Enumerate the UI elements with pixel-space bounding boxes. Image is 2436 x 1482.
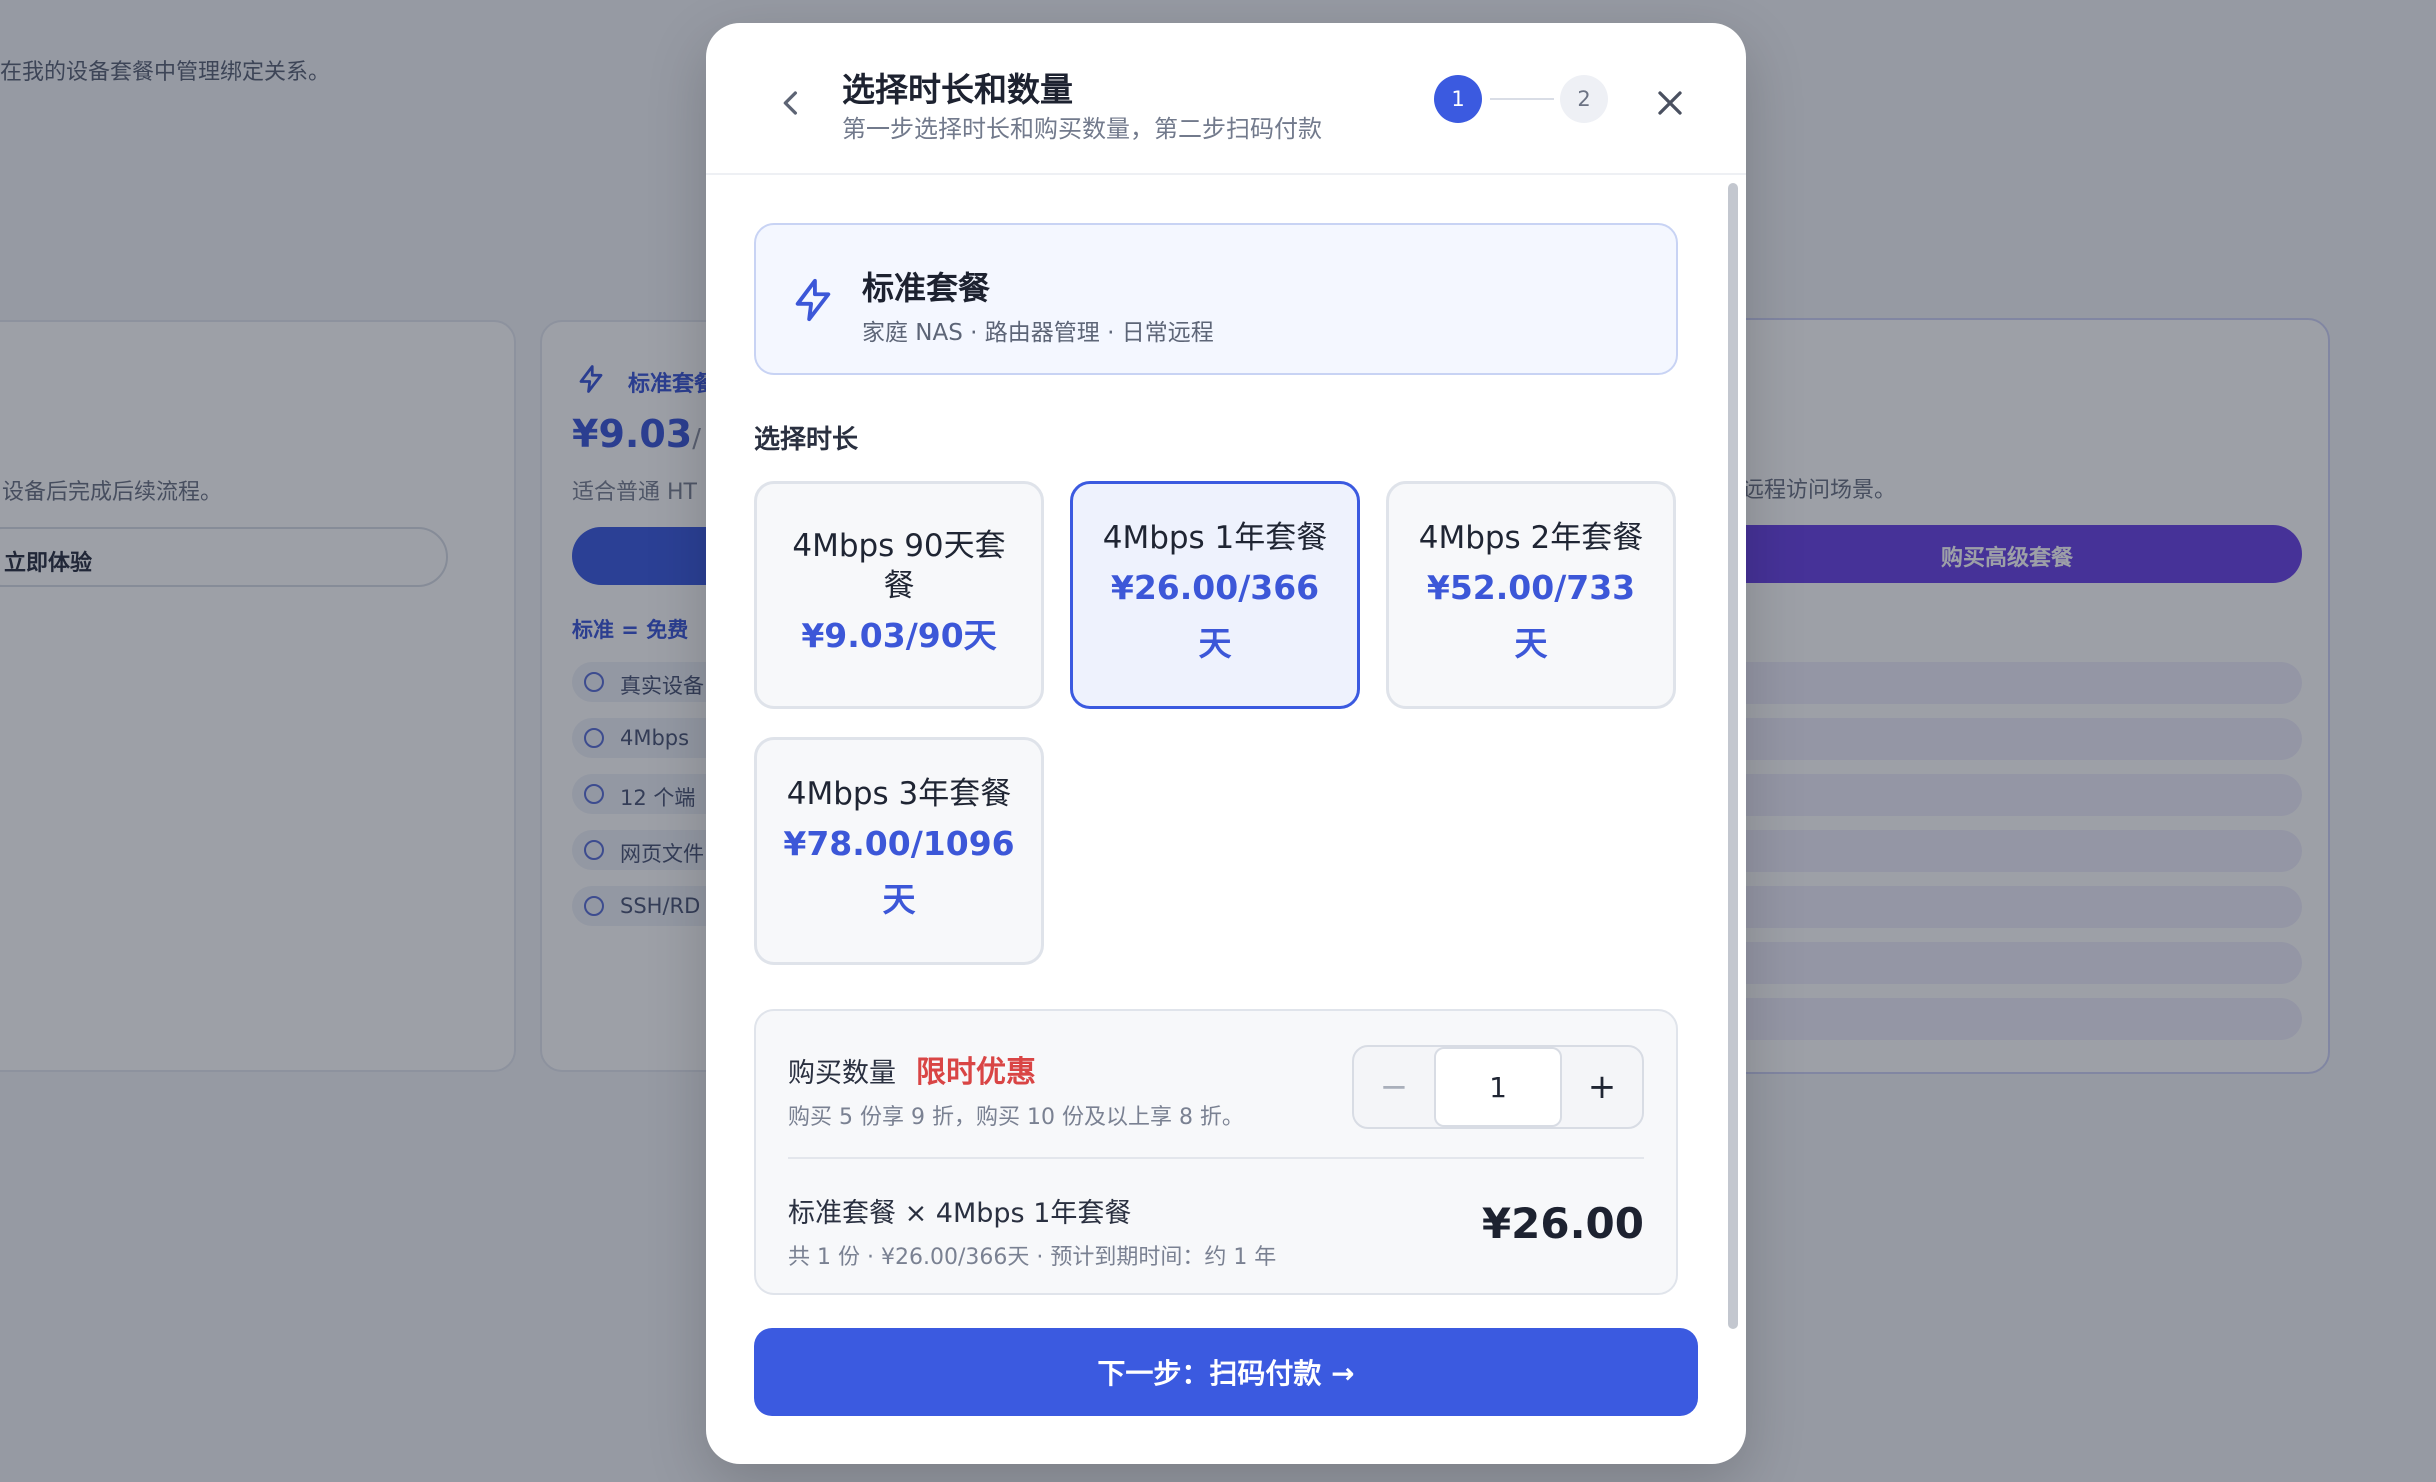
- purchase-modal: 选择时长和数量 第一步选择时长和购买数量，第二步扫码付款 1 2 标准套餐 家庭…: [706, 23, 1746, 1464]
- modal-header: 选择时长和数量 第一步选择时长和购买数量，第二步扫码付款 1 2: [706, 23, 1746, 175]
- duration-option-1y[interactable]: 4Mbps 1年套餐 ¥26.00/366天: [1070, 481, 1360, 709]
- modal-subtitle: 第一步选择时长和购买数量，第二步扫码付款: [842, 115, 1322, 143]
- decrease-quantity-button[interactable]: −: [1354, 1047, 1434, 1127]
- plan-description: 家庭 NAS · 路由器管理 · 日常远程: [862, 320, 1214, 346]
- step-indicator: 1 2: [1434, 75, 1608, 123]
- quantity-card: 购买数量 限时优惠 购买 5 份享 9 折，购买 10 份及以上享 8 折。 −…: [754, 1009, 1678, 1295]
- step-connector: [1490, 98, 1554, 100]
- duration-option-2y[interactable]: 4Mbps 2年套餐 ¥52.00/733天: [1386, 481, 1676, 709]
- duration-section-label: 选择时长: [754, 425, 859, 455]
- duration-option-90d[interactable]: 4Mbps 90天套餐 ¥9.03/90天: [754, 481, 1044, 709]
- order-summary-detail: 共 1 份 · ¥26.00/366天 · 预计到期时间：约 1 年: [788, 1245, 1277, 1270]
- duration-name: 4Mbps 1年套餐: [1102, 520, 1328, 556]
- step-1: 1: [1434, 75, 1482, 123]
- duration-price: ¥9.03/90天: [801, 616, 997, 655]
- duration-price: ¥78.00/1096天: [783, 824, 1015, 919]
- quantity-input[interactable]: [1434, 1047, 1562, 1127]
- divider: [788, 1157, 1644, 1159]
- modal-title: 选择时长和数量: [842, 70, 1073, 109]
- duration-name: 4Mbps 2年套餐: [1418, 520, 1644, 556]
- discount-hint: 购买 5 份享 9 折，购买 10 份及以上享 8 折。: [788, 1105, 1244, 1130]
- duration-name: 4Mbps 3年套餐: [786, 776, 1012, 812]
- duration-option-3y[interactable]: 4Mbps 3年套餐 ¥78.00/1096天: [754, 737, 1044, 965]
- order-total: ¥26.00: [1481, 1199, 1644, 1248]
- modal-scrollbar[interactable]: [1728, 183, 1738, 1329]
- plan-name: 标准套餐: [862, 269, 991, 307]
- next-step-button[interactable]: 下一步：扫码付款 →: [754, 1328, 1698, 1416]
- quantity-stepper: − +: [1352, 1045, 1644, 1129]
- promo-badge: 限时优惠: [916, 1055, 1036, 1090]
- quantity-label: 购买数量: [788, 1058, 896, 1089]
- order-summary-title: 标准套餐 × 4Mbps 1年套餐: [788, 1198, 1132, 1229]
- lightning-icon: [795, 278, 831, 322]
- close-icon[interactable]: [1650, 83, 1690, 123]
- back-arrow-icon[interactable]: [772, 83, 812, 123]
- duration-name: 4Mbps 90天套餐: [792, 528, 1006, 604]
- step-2: 2: [1560, 75, 1608, 123]
- duration-price: ¥52.00/733天: [1426, 568, 1636, 663]
- selected-plan-card: 标准套餐 家庭 NAS · 路由器管理 · 日常远程: [754, 223, 1678, 375]
- increase-quantity-button[interactable]: +: [1562, 1047, 1642, 1127]
- duration-price: ¥26.00/366天: [1110, 568, 1320, 663]
